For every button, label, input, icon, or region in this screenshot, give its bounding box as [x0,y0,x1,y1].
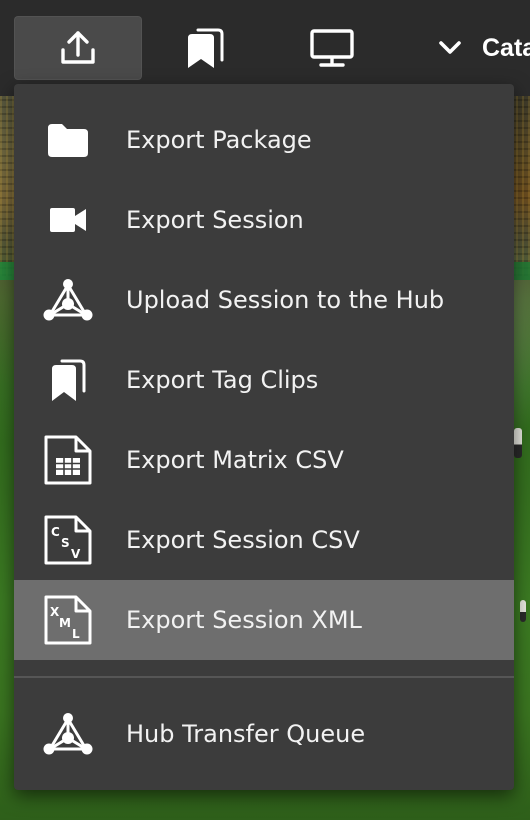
menu-item-label: Export Tag Clips [126,366,319,394]
menu-item-export-tag-clips[interactable]: Export Tag Clips [14,340,514,420]
display-button[interactable] [300,16,364,80]
menu-item-label: Export Session [126,206,304,234]
export-button[interactable] [14,16,142,80]
svg-text:V: V [71,547,81,561]
bookmarks-icon [188,28,224,68]
menu-item-label: Upload Session to the Hub [126,286,445,314]
top-toolbar: Cata [0,0,530,96]
menu-divider [14,676,514,678]
menu-item-label: Export Matrix CSV [126,446,344,474]
svg-text:S: S [61,536,70,550]
dropdown-toggle-button[interactable] [430,16,470,80]
xml-file-icon: X M L [40,592,96,648]
video-player-figure [520,600,526,622]
video-camera-icon [40,192,96,248]
export-icon [61,31,95,64]
csv-file-icon: C S V [40,512,96,568]
toolbar-truncated-label[interactable]: Cata [482,30,530,66]
hub-icon [40,706,96,762]
svg-text:L: L [72,627,80,641]
monitor-icon [310,29,354,67]
menu-item-hub-transfer-queue[interactable]: Hub Transfer Queue [14,694,514,774]
svg-text:M: M [59,616,71,630]
menu-item-export-session-xml[interactable]: X M L Export Session XML [14,580,514,660]
svg-text:C: C [51,525,60,539]
menu-item-label: Export Session CSV [126,526,360,554]
matrix-csv-file-icon [40,432,96,488]
menu-item-export-session-csv[interactable]: C S V Export Session CSV [14,500,514,580]
menu-item-label: Export Session XML [126,606,362,634]
menu-item-label: Export Package [126,126,312,154]
bookmarks-icon [40,352,96,408]
chevron-down-icon [439,41,461,54]
menu-item-export-matrix-csv[interactable]: Export Matrix CSV [14,420,514,500]
video-player-figure [514,428,522,458]
menu-item-label: Hub Transfer Queue [126,720,366,748]
menu-item-upload-session-hub[interactable]: Upload Session to the Hub [14,260,514,340]
bookmarks-button[interactable] [172,16,236,80]
export-menu: Export Package Export Session Upload Ses… [14,84,514,790]
menu-item-export-session[interactable]: Export Session [14,180,514,260]
hub-icon [40,272,96,328]
folder-icon [40,112,96,168]
menu-item-export-package[interactable]: Export Package [14,100,514,180]
